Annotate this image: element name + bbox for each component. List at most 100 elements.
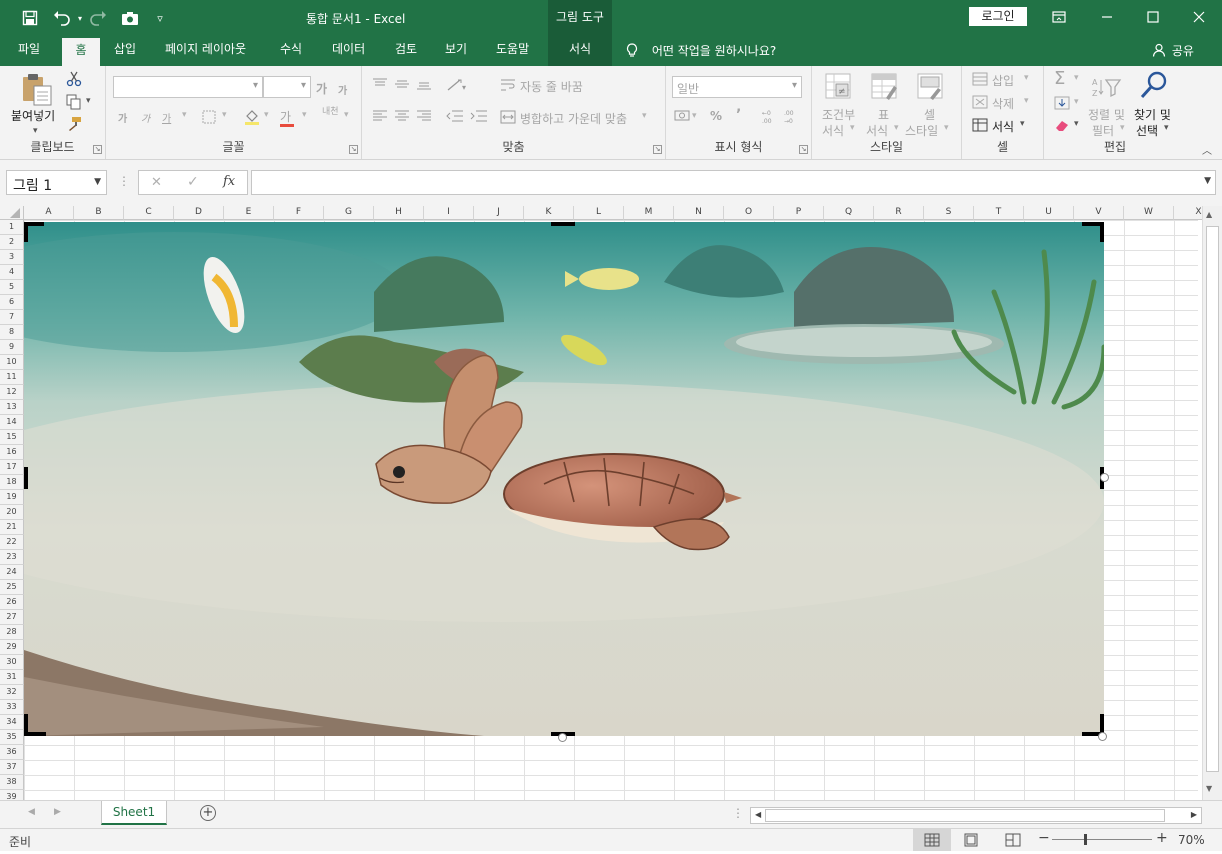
next-sheet-icon[interactable]: ▶	[54, 807, 61, 817]
column-header[interactable]: C	[124, 206, 174, 220]
close-icon[interactable]	[1176, 0, 1222, 34]
fill-color-icon[interactable]	[244, 108, 260, 129]
font-dialog-launcher[interactable]: ↘	[349, 145, 358, 154]
row-header[interactable]: 2	[0, 235, 24, 250]
row-header[interactable]: 37	[0, 760, 24, 775]
maximize-icon[interactable]	[1130, 0, 1176, 34]
number-format-combo[interactable]: 일반 ▾	[672, 76, 802, 98]
tab-home[interactable]: 홈	[62, 38, 100, 66]
row-header[interactable]: 39	[0, 790, 24, 800]
crop-handle-top[interactable]	[551, 222, 575, 226]
tab-data[interactable]: 데이터	[330, 36, 367, 66]
column-header[interactable]: N	[674, 206, 724, 220]
row-header[interactable]: 31	[0, 670, 24, 685]
collapse-ribbon-icon[interactable]: ︿	[1202, 142, 1212, 157]
autosum-icon[interactable]: Σ	[1054, 68, 1065, 89]
align-center-icon[interactable]	[394, 110, 410, 125]
tab-view[interactable]: 보기	[443, 36, 469, 66]
formula-input[interactable]: ▼	[251, 170, 1216, 195]
row-header[interactable]: 5	[0, 280, 24, 295]
font-size-combo[interactable]: ▾	[263, 76, 311, 98]
column-header[interactable]: D	[174, 206, 224, 220]
row-header[interactable]: 10	[0, 355, 24, 370]
column-header[interactable]: U	[1024, 206, 1074, 220]
crop-handle-bottom-left-v[interactable]	[24, 714, 28, 736]
row-header[interactable]: 20	[0, 505, 24, 520]
vertical-scroll-thumb[interactable]	[1206, 226, 1219, 772]
column-header[interactable]: L	[574, 206, 624, 220]
column-header[interactable]: H	[374, 206, 424, 220]
conditional-formatting-icon[interactable]: ≠	[824, 72, 852, 103]
cell-styles-label-1[interactable]: 셀	[924, 106, 935, 123]
row-header[interactable]: 24	[0, 565, 24, 580]
tab-formulas[interactable]: 수식	[278, 36, 304, 66]
paste-icon[interactable]	[20, 72, 54, 109]
row-header[interactable]: 34	[0, 715, 24, 730]
resize-handle-right[interactable]	[1100, 473, 1109, 482]
delete-cells-dropdown-icon[interactable]: ▾	[1024, 96, 1029, 106]
format-cells-button[interactable]: 서식	[992, 118, 1014, 135]
confirm-entry-icon[interactable]: ✓	[187, 174, 199, 190]
fill-dropdown-icon[interactable]: ▾	[1074, 97, 1079, 107]
tab-review[interactable]: 검토	[393, 36, 419, 66]
row-header[interactable]: 23	[0, 550, 24, 565]
row-header[interactable]: 35	[0, 730, 24, 745]
column-header[interactable]: V	[1074, 206, 1124, 220]
column-header[interactable]: B	[74, 206, 124, 220]
column-header[interactable]: A	[24, 206, 74, 220]
align-right-icon[interactable]	[416, 110, 432, 125]
font-color-dropdown-icon[interactable]: ▾	[302, 110, 307, 120]
wrap-text-button[interactable]: 자동 줄 바꿈	[520, 78, 583, 95]
page-layout-view-icon[interactable]	[963, 833, 979, 850]
row-header[interactable]: 11	[0, 370, 24, 385]
column-header[interactable]: W	[1124, 206, 1174, 220]
format-as-table-icon[interactable]	[870, 72, 898, 103]
row-header[interactable]: 25	[0, 580, 24, 595]
align-bottom-icon[interactable]	[416, 78, 432, 93]
phonetic-button[interactable]: 내천	[322, 108, 339, 117]
new-sheet-icon[interactable]: +	[200, 805, 216, 821]
clear-dropdown-icon[interactable]: ▾	[1074, 119, 1079, 129]
row-header[interactable]: 33	[0, 700, 24, 715]
column-header[interactable]: T	[974, 206, 1024, 220]
sort-filter-dropdown-icon[interactable]: ▾	[1120, 123, 1125, 133]
column-header[interactable]: P	[774, 206, 824, 220]
underline-button[interactable]: 가	[162, 110, 171, 125]
copy-dropdown-icon[interactable]: ▾	[86, 96, 91, 106]
format-cells-dropdown-icon[interactable]: ▾	[1020, 119, 1025, 129]
find-select-dropdown-icon[interactable]: ▾	[1164, 123, 1169, 133]
italic-button[interactable]: 가	[141, 110, 150, 125]
zoom-slider[interactable]	[1052, 839, 1152, 840]
column-header[interactable]: G	[324, 206, 374, 220]
fill-color-dropdown-icon[interactable]: ▾	[264, 110, 269, 120]
cut-icon[interactable]	[66, 71, 82, 90]
cell-styles-label-2[interactable]: 스타일	[905, 122, 938, 139]
zoom-in-button[interactable]: +	[1156, 830, 1168, 846]
paste-dropdown-icon[interactable]: ▾	[33, 126, 38, 136]
conditional-formatting-dropdown-icon[interactable]: ▾	[850, 123, 855, 133]
horizontal-scrollbar[interactable]: ◀ ▶	[750, 807, 1202, 824]
row-header[interactable]: 36	[0, 745, 24, 760]
alignment-dialog-launcher[interactable]: ↘	[653, 145, 662, 154]
borders-icon[interactable]	[202, 110, 216, 127]
redo-icon[interactable]	[86, 6, 110, 30]
page-break-view-icon[interactable]	[1005, 833, 1021, 850]
align-left-icon[interactable]	[372, 110, 388, 125]
clear-icon[interactable]	[1054, 118, 1070, 135]
shrink-font-button[interactable]: 가	[338, 82, 347, 97]
cancel-entry-icon[interactable]: ✕	[151, 175, 162, 190]
row-header[interactable]: 1	[0, 220, 24, 235]
row-header[interactable]: 19	[0, 490, 24, 505]
minimize-icon[interactable]	[1084, 0, 1130, 34]
tab-insert[interactable]: 삽입	[112, 36, 138, 66]
increase-indent-icon[interactable]	[470, 110, 488, 125]
column-header[interactable]: S	[924, 206, 974, 220]
ribbon-display-options-icon[interactable]	[1036, 0, 1082, 34]
insert-cells-icon[interactable]	[972, 72, 988, 89]
row-header[interactable]: 32	[0, 685, 24, 700]
column-header[interactable]: M	[624, 206, 674, 220]
scroll-down-icon[interactable]: ▼	[1206, 784, 1212, 793]
underline-dropdown-icon[interactable]: ▾	[182, 110, 187, 120]
tab-file[interactable]: 파일	[16, 36, 42, 66]
share-button[interactable]: 공유	[1152, 42, 1194, 59]
